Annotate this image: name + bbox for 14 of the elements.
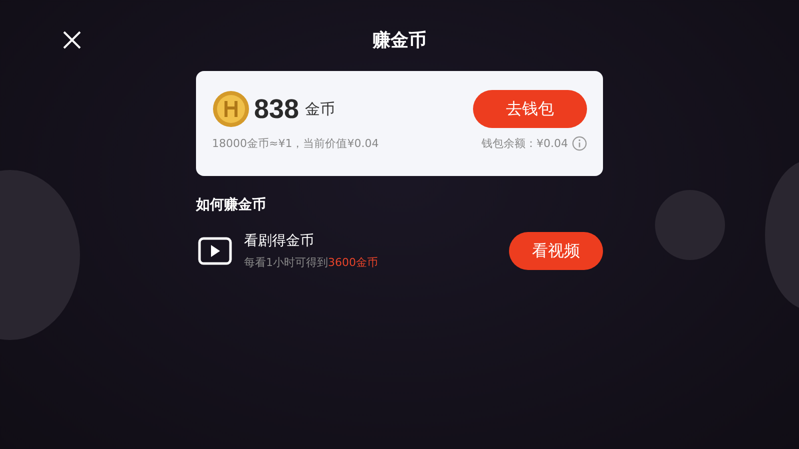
page-title: 赚金币 [372,29,426,52]
coin-amount: 838 [254,94,300,124]
info-icon[interactable] [572,136,587,151]
coin-unit: 金币 [305,100,336,118]
watch-video-button[interactable]: 看视频 [509,232,603,270]
task-description: 每看1小时可得到3600金币 [244,255,379,270]
task-title: 看剧得金币 [244,232,315,250]
coin-icon [212,90,250,128]
section-title: 如何赚金币 [196,196,267,214]
play-icon [198,237,232,265]
wallet-balance: 钱包余额：¥0.04 [482,136,568,151]
wallet-button[interactable]: 去钱包 [473,90,587,128]
exchange-rate: 18000金币≈¥1，当前价值¥0.04 [212,136,379,151]
close-icon[interactable] [62,30,82,50]
